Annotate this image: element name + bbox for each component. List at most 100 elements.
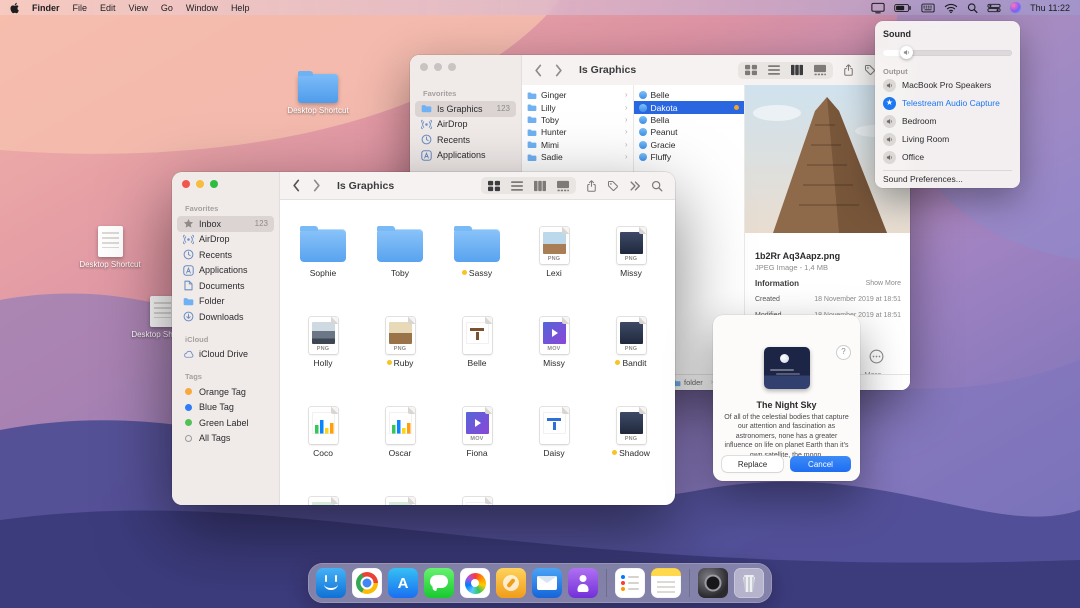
column-view-button[interactable] — [790, 64, 804, 76]
minimize-button[interactable] — [196, 180, 204, 188]
menu-edit[interactable]: Edit — [100, 3, 116, 13]
dock-item-mail[interactable] — [532, 568, 562, 598]
apple-menu-icon[interactable] — [10, 2, 19, 14]
help-button[interactable]: ? — [836, 345, 851, 360]
dock-item-photos[interactable] — [460, 568, 490, 598]
display-icon[interactable] — [871, 2, 885, 14]
file-item[interactable]: Oscar — [365, 404, 435, 458]
icon-view-button[interactable] — [744, 64, 758, 76]
column-view-button[interactable] — [533, 180, 547, 192]
share-button[interactable] — [586, 180, 597, 192]
sidebar-item-orange-tag[interactable]: Orange Tag — [177, 384, 274, 400]
column-item[interactable]: Ginger › — [522, 89, 633, 101]
output-device-selected[interactable]: ★ Telestream Audio Capture — [883, 94, 1012, 112]
menu-app-name[interactable]: Finder — [32, 3, 60, 13]
sound-preferences-link[interactable]: Sound Preferences... — [883, 174, 1012, 184]
file-item[interactable]: Sassy — [442, 224, 512, 278]
column-item[interactable]: Hunter › — [522, 126, 633, 138]
spotlight-search-icon[interactable] — [967, 2, 978, 14]
column-item[interactable]: Mimi › — [522, 139, 633, 151]
column-item[interactable]: Sadie › — [522, 151, 633, 163]
sidebar-item-applications[interactable]: Applications — [177, 263, 274, 279]
menu-clock[interactable]: Thu 11:22 — [1030, 3, 1070, 13]
menu-help[interactable]: Help — [231, 3, 250, 13]
volume-slider[interactable] — [883, 46, 1012, 59]
file-item[interactable]: PNG Missy — [596, 224, 666, 278]
desktop-shortcut-file-1[interactable]: Desktop Shortcut — [78, 226, 142, 270]
sidebar-item-folder[interactable]: Folder — [177, 294, 274, 310]
show-more-link[interactable]: Show More — [866, 280, 901, 287]
dock-item-lens-app[interactable] — [698, 568, 728, 598]
dock-item-chrome[interactable] — [352, 568, 382, 598]
minimize-button[interactable] — [434, 63, 442, 71]
dock-item-notes[interactable] — [651, 568, 681, 598]
column-item[interactable]: Lilly › — [522, 101, 633, 113]
menu-go[interactable]: Go — [161, 3, 173, 13]
partial-file-item[interactable] — [442, 494, 512, 505]
partial-file-item[interactable] — [288, 494, 358, 505]
tag-button[interactable] — [607, 180, 619, 192]
desktop-shortcut-folder[interactable]: Desktop Shortcut — [286, 71, 350, 116]
front-toolbar[interactable]: Is Graphics — [280, 172, 675, 200]
menu-window[interactable]: Window — [186, 3, 218, 13]
file-item[interactable]: Belle — [442, 314, 512, 368]
file-item[interactable]: Daisy — [519, 404, 589, 458]
file-item[interactable]: MOV Missy — [519, 314, 589, 368]
output-device[interactable]: Living Room — [883, 130, 1012, 148]
gallery-view-button[interactable] — [556, 180, 570, 192]
column-item[interactable]: Fluffy — [634, 151, 745, 163]
column-item[interactable]: Bella — [634, 114, 745, 126]
column-item[interactable]: Gracie — [634, 139, 745, 151]
column-item[interactable]: Toby › — [522, 114, 633, 126]
sidebar-item-blue-tag[interactable]: Blue Tag — [177, 400, 274, 416]
dock-item-messages[interactable] — [424, 568, 454, 598]
file-item[interactable]: Coco — [288, 404, 358, 458]
close-button[interactable] — [420, 63, 428, 71]
partial-file-item[interactable] — [365, 494, 435, 505]
forward-button[interactable] — [555, 64, 563, 77]
list-view-button[interactable] — [767, 64, 781, 76]
sidebar-item-all-tags[interactable]: All Tags — [177, 431, 274, 447]
replace-button[interactable]: Replace — [722, 456, 783, 472]
slider-knob[interactable] — [900, 46, 913, 59]
sidebar-item-recents[interactable]: Recents — [177, 247, 274, 263]
dock-item-reminders[interactable] — [615, 568, 645, 598]
forward-button[interactable] — [313, 179, 321, 192]
zoom-button[interactable] — [448, 63, 456, 71]
dock-item-app-store[interactable] — [388, 568, 418, 598]
sidebar-item-is-graphics[interactable]: Is Graphics 123 — [415, 101, 516, 117]
sidebar-item-recents[interactable]: Recents — [415, 132, 516, 148]
file-item[interactable]: Sophie — [288, 224, 358, 278]
dock-item-orange-app[interactable] — [496, 568, 526, 598]
sidebar-item-airdrop[interactable]: AirDrop — [177, 232, 274, 248]
dock-item-podcasts[interactable] — [568, 568, 598, 598]
menu-view[interactable]: View — [129, 3, 148, 13]
menu-file[interactable]: File — [73, 3, 88, 13]
file-item[interactable]: MOV Fiona — [442, 404, 512, 458]
zoom-button[interactable] — [210, 180, 218, 188]
column-item-selected[interactable]: Dakota — [633, 101, 744, 114]
sidebar-item-green-label[interactable]: Green Label — [177, 415, 274, 431]
sidebar-item-airdrop[interactable]: AirDrop — [415, 117, 516, 133]
output-device[interactable]: MacBook Pro Speakers — [883, 76, 1012, 94]
siri-icon[interactable] — [1010, 2, 1022, 13]
output-device[interactable]: Office — [883, 148, 1012, 166]
file-item[interactable]: PNG Holly — [288, 314, 358, 368]
more-toolbar-items-button[interactable] — [629, 180, 641, 192]
back-button[interactable] — [292, 179, 300, 192]
sidebar-item-icloud-drive[interactable]: iCloud Drive — [177, 347, 274, 363]
file-item[interactable]: PNG Bandit — [596, 314, 666, 368]
column-item[interactable]: Belle — [634, 89, 745, 101]
list-view-button[interactable] — [510, 180, 524, 192]
file-item[interactable]: PNG Shadow — [596, 404, 666, 458]
dock-item-finder[interactable] — [316, 568, 346, 598]
back-toolbar[interactable]: Is Graphics — [522, 55, 910, 86]
back-button[interactable] — [534, 64, 542, 77]
battery-icon[interactable] — [894, 2, 912, 14]
file-item[interactable]: PNG Ruby — [365, 314, 435, 368]
wifi-icon[interactable] — [944, 2, 958, 14]
keyboard-icon[interactable] — [921, 2, 935, 14]
sidebar-item-documents[interactable]: Documents — [177, 278, 274, 294]
search-button[interactable] — [651, 180, 663, 192]
sidebar-item-inbox[interactable]: Inbox 123 — [177, 216, 274, 232]
